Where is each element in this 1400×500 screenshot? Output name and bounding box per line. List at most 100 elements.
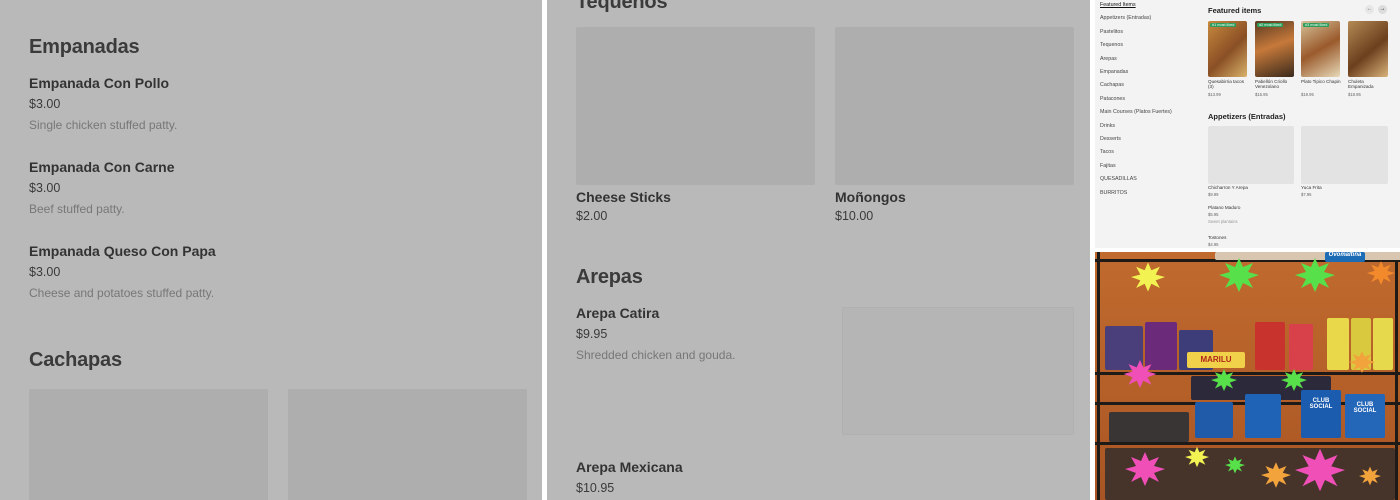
item-name: Chicharron Y Arepa [1208, 185, 1248, 190]
price-sticker-pink [1125, 452, 1165, 486]
menu-panel-empanadas: Empanadas Empanada Con Pollo $3.00 Singl… [0, 0, 542, 500]
item-price: $9.99 [1208, 192, 1219, 197]
item-name: Pabellón Criollo Venezolano [1255, 79, 1288, 90]
menu-panel-arepas: Tequeños Cheese Sticks $2.00 Moñongos $1… [547, 0, 1090, 500]
price-sticker-green [1295, 258, 1335, 292]
item-image-placeholder[interactable] [288, 389, 527, 500]
item-description: Single chicken stuffed patty. [29, 118, 178, 132]
price-sticker-orange [1359, 466, 1381, 486]
section-title-arepas: Arepas [576, 266, 643, 288]
item-name: Tostones [1208, 235, 1227, 240]
next-arrow-icon[interactable]: → [1378, 5, 1387, 14]
menu-overview-thumbnail: Featured Items Appetizers (Entradas) Paste… [1095, 0, 1400, 248]
shelf-post [1097, 252, 1100, 500]
item-photo: #1 most liked [1208, 21, 1247, 77]
product-bag [1289, 324, 1313, 370]
sidebar-category[interactable]: Patacones [1100, 96, 1125, 102]
sidebar-category[interactable]: Drinks [1100, 123, 1115, 129]
product-bag [1327, 318, 1349, 370]
item-photo [1348, 21, 1388, 77]
item-price: $19.95 [1301, 92, 1314, 97]
product-box [1195, 402, 1233, 438]
price-sticker-orange [1349, 350, 1375, 374]
item-name: Empanada Queso Con Papa [29, 243, 216, 259]
item-name: Arepa Mexicana [576, 459, 683, 475]
sidebar-category[interactable]: Appetizers (Entradas) [1100, 15, 1151, 21]
item-price: $3.00 [29, 181, 61, 195]
sidebar-category[interactable]: Featured Items [1100, 2, 1136, 8]
item-price: $9.95 [576, 327, 608, 341]
item-description: Shredded chicken and gouda. [576, 348, 736, 362]
product-label: CLUB SOCIAL [1301, 390, 1341, 438]
item-price: $2.00 [576, 209, 608, 223]
price-sticker-orange [1367, 261, 1395, 285]
prev-arrow-icon[interactable]: ← [1365, 5, 1374, 14]
sidebar-category[interactable]: Fajitas [1100, 163, 1116, 169]
sidebar-category[interactable]: QUESADILLAS [1100, 176, 1137, 182]
item-image-placeholder [835, 27, 1074, 185]
item-price: $13.99 [1208, 92, 1221, 97]
sidebar-category[interactable]: Main Courses (Platos Fuertes) [1100, 109, 1172, 115]
item-image-placeholder [1208, 126, 1294, 184]
item-name: Yuca Frita [1301, 185, 1322, 190]
item-description: Cheese and potatoes stuffed patty. [29, 286, 215, 300]
sidebar-category[interactable]: Tequenos [1100, 42, 1123, 48]
product-label: CLUB SOCIAL [1345, 394, 1385, 438]
price-sticker-pink [1123, 360, 1157, 388]
sidebar-category[interactable]: Cachapas [1100, 82, 1124, 88]
item-name: Quesabirria tacos (3) [1208, 79, 1245, 90]
item-photo: #3 most liked [1301, 21, 1340, 77]
sidebar-category[interactable]: BURRITOS [1100, 190, 1127, 196]
item-image-placeholder[interactable] [29, 389, 268, 500]
sidebar-category[interactable]: Empanadas [1100, 69, 1128, 75]
item-price: $15.95 [1255, 92, 1268, 97]
item-description: Beef stuffed patty. [29, 202, 125, 216]
most-liked-badge: #3 most liked [1303, 23, 1330, 27]
most-liked-badge: #1 most liked [1210, 23, 1237, 27]
item-name: Cheese Sticks [576, 189, 671, 205]
section-title-empanadas: Empanadas [29, 36, 140, 58]
most-liked-badge: #2 most liked [1257, 23, 1284, 27]
section-title-tequenos: Tequeños [576, 0, 668, 13]
store-shelf-photo: Ovomaltina MARILU CLUB SOCIAL CLUB SOCIA… [1095, 252, 1400, 500]
shelf-rack [1095, 442, 1400, 445]
price-sticker-yellow [1131, 262, 1165, 292]
price-sticker-green [1281, 368, 1307, 392]
item-price: $10.00 [835, 209, 874, 223]
item-image-placeholder [576, 27, 815, 185]
item-price: $10.95 [576, 481, 615, 495]
item-name: Moñongos [835, 189, 906, 205]
item-price: $18.95 [1348, 92, 1361, 97]
item-name: Platano Maduro [1208, 205, 1241, 210]
item-name: Chuleta Empanizada [1348, 79, 1374, 90]
item-image-placeholder [842, 307, 1074, 435]
price-sticker-yellow [1185, 446, 1209, 468]
item-photo: #2 most liked [1255, 21, 1294, 77]
item-name: Empanada Con Carne [29, 159, 175, 175]
sidebar-category[interactable]: Tacos [1100, 149, 1114, 155]
price-sticker-green [1225, 456, 1245, 474]
sidebar-category[interactable]: Pastelitos [1100, 29, 1123, 35]
item-price: $3.00 [29, 97, 61, 111]
sidebar-category[interactable]: Desserts [1100, 136, 1121, 142]
price-sticker-green [1219, 258, 1259, 292]
section-title-cachapas: Cachapas [29, 349, 122, 371]
product-bag [1255, 322, 1285, 370]
item-name: Arepa Catira [576, 305, 660, 321]
price-sticker-orange [1261, 462, 1291, 488]
item-price: $5.95 [1208, 212, 1219, 217]
price-sticker-pink [1295, 448, 1345, 492]
item-description: Sweet plantains [1208, 219, 1238, 224]
product-label: MARILU [1187, 352, 1245, 368]
item-image-placeholder [1301, 126, 1388, 184]
item-price: $4.95 [1208, 242, 1219, 247]
appetizers-title: Appetizers (Entradas) [1208, 112, 1286, 121]
item-price: $7.95 [1301, 192, 1312, 197]
product-bag [1373, 318, 1393, 370]
shelf-post [1395, 252, 1398, 500]
featured-title: Featured items [1208, 6, 1262, 15]
item-name: Empanada Con Pollo [29, 75, 170, 91]
price-sticker-green [1211, 368, 1237, 392]
item-price: $3.00 [29, 265, 61, 279]
sidebar-category[interactable]: Arepas [1100, 56, 1117, 62]
